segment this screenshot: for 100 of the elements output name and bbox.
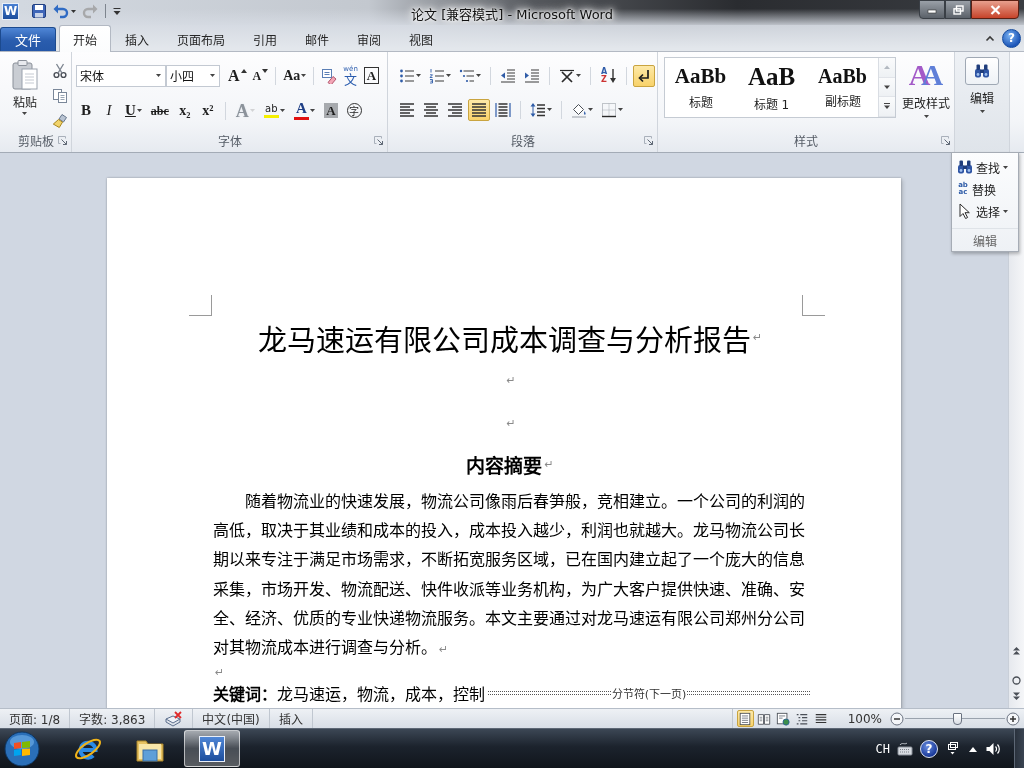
style-gallery-item[interactable]: AaBb 副标题 <box>807 58 878 117</box>
close-icon <box>989 4 1001 15</box>
arrow-down-icon <box>609 67 617 84</box>
corner-mark-icon <box>802 295 825 316</box>
double-triangle-down-icon <box>1012 691 1021 701</box>
group-label: 字体 <box>217 133 242 149</box>
group-label: 样式 <box>794 133 818 149</box>
triangle-up-icon <box>883 64 891 71</box>
caret-icon <box>979 110 985 113</box>
line-spacing-icon <box>530 101 546 118</box>
clipboard-icon <box>10 59 39 91</box>
strikethrough-button[interactable]: abc <box>147 99 172 122</box>
subscript-button[interactable]: x₂ <box>174 99 195 122</box>
char-shading-button[interactable]: A <box>320 99 341 122</box>
paste-button[interactable]: 粘贴 <box>4 56 45 131</box>
justify-icon <box>471 101 487 118</box>
enclose-button[interactable]: 字 <box>343 99 365 122</box>
tray-help-button[interactable]: ? <box>920 739 938 758</box>
window-caret-icon <box>945 740 961 757</box>
undo-icon <box>53 3 69 19</box>
shrink-button[interactable]: A <box>249 64 272 87</box>
superscript-button[interactable]: x² <box>197 99 218 122</box>
underline-button[interactable]: U <box>122 99 145 122</box>
paragraph-mark: ↵ <box>215 665 225 679</box>
volume-button[interactable] <box>985 740 1001 757</box>
input-language-indicator[interactable]: CH <box>875 741 890 756</box>
bold-button[interactable]: B <box>76 99 96 122</box>
file-tab[interactable]: 文件 <box>0 27 56 51</box>
keyboard-icon <box>897 740 913 757</box>
change-styles-button[interactable]: AA 更改样式 <box>899 57 953 119</box>
zoom-out-button[interactable] <box>890 711 904 726</box>
align-center-icon <box>423 101 439 118</box>
restore-icon <box>952 4 964 15</box>
caret-icon <box>923 115 929 118</box>
find-menu-item[interactable]: 查找 <box>955 156 1018 178</box>
keyboard-button[interactable] <box>897 740 913 757</box>
asian-layout-icon <box>559 67 575 84</box>
decrease-indent-icon <box>500 67 516 84</box>
select-menu-item[interactable]: 选择 <box>955 200 1018 222</box>
paragraph-mark: ↵ <box>752 331 763 344</box>
gallery-more-button[interactable] <box>879 97 895 117</box>
proofing-button[interactable] <box>164 710 184 727</box>
book-check-icon <box>164 710 184 727</box>
ribbon-tab[interactable]: 邮件 <box>291 26 343 51</box>
change-case-button[interactable]: Aa <box>280 64 310 87</box>
body-paragraph: 随着物流业的快速发展，物流公司像雨后春笋般，竞相建立。一个公司的利润的高低，取决于其业绩和成本的投入，成本投入越少，利润也就越大。龙马物流公司长期以来专注于满足市场需求，不断拓宽服务区域，已在国内建立起了一个庞大的信息采集，市场开发、物流配送、快件收派等业务机构，为广大客户提供快速、准确、安全、经济、优质的专业快递物流服务。本文主要通过对龙马速运有限公司郑州分公司对其物流成本进行调查与分析。↵ <box>213 492 806 658</box>
zoom-slider-thumb[interactable] <box>953 712 962 725</box>
paragraph-mark: ↵ <box>506 374 516 387</box>
zoom-level-button[interactable]: 100% <box>847 711 882 726</box>
page-icon <box>738 711 753 726</box>
increase-indent-icon <box>524 67 540 84</box>
double-triangle-up-icon <box>1012 645 1021 655</box>
dialog-launcher-icon[interactable] <box>941 135 950 145</box>
sort-button[interactable]: A Z <box>597 64 620 87</box>
save-icon <box>31 3 47 19</box>
document-title: 龙马速运有限公司成本调查与分析报告 <box>257 323 751 359</box>
zoom-slider[interactable] <box>905 711 1005 726</box>
window-title: 论文 [兼容模式] - Microsoft Word <box>411 6 613 24</box>
minus-circle-icon <box>890 711 904 726</box>
show-marks-button[interactable] <box>633 64 655 87</box>
distributed-icon <box>495 101 511 118</box>
zoom-in-button[interactable] <box>1006 711 1020 726</box>
web-layout-view-button[interactable] <box>774 710 792 727</box>
app-logo[interactable]: W <box>2 2 19 20</box>
keywords-line: 关键词：龙马速运，物流，成本，控制 <box>213 684 485 706</box>
ribbon-tab[interactable]: 插入 <box>111 26 163 51</box>
triangle-up-icon <box>240 68 247 73</box>
minimize-button[interactable] <box>919 0 945 19</box>
save-button[interactable] <box>29 1 49 21</box>
binoculars-icon <box>957 159 973 175</box>
ribbon-tab[interactable]: 页面布局 <box>163 26 239 51</box>
dialog-launcher-icon[interactable] <box>644 135 653 145</box>
collapse-ribbon-button[interactable] <box>985 34 995 42</box>
plus-circle-icon <box>1006 711 1020 726</box>
chevron-up-icon <box>985 34 995 42</box>
restore-button[interactable] <box>945 0 971 19</box>
window-tray-button[interactable] <box>945 740 961 757</box>
highlight-button[interactable]: ab <box>260 99 288 122</box>
return-arrow-icon <box>636 67 652 84</box>
bulleted-list-icon <box>399 67 415 84</box>
style-gallery-item[interactable]: AaB 标题 1 <box>736 58 807 117</box>
taskbar-button[interactable]: W <box>184 730 240 767</box>
ribbon-tab[interactable]: 开始 <box>59 25 111 52</box>
align-right-icon <box>447 101 463 118</box>
binoculars-icon <box>965 57 999 85</box>
dialog-launcher-icon[interactable] <box>58 135 67 145</box>
ribbon-tab[interactable]: 视图 <box>395 26 447 51</box>
dialog-launcher-icon[interactable] <box>374 135 383 145</box>
grow-button[interactable]: A <box>225 64 250 87</box>
ribbon-tab[interactable]: 审阅 <box>343 26 395 51</box>
justify-button[interactable] <box>468 98 490 121</box>
ribbon-tab[interactable]: 引用 <box>239 26 291 51</box>
print-layout-view-button[interactable] <box>736 710 754 727</box>
italic-button[interactable]: I <box>99 99 119 122</box>
font-color-button[interactable]: A <box>290 99 318 122</box>
circle-icon <box>1012 675 1021 685</box>
multilevel-list-icon <box>459 67 475 84</box>
style-gallery-item[interactable]: AaBb 标题 <box>665 58 736 117</box>
web-page-icon <box>776 711 791 726</box>
close-button[interactable] <box>971 0 1019 19</box>
